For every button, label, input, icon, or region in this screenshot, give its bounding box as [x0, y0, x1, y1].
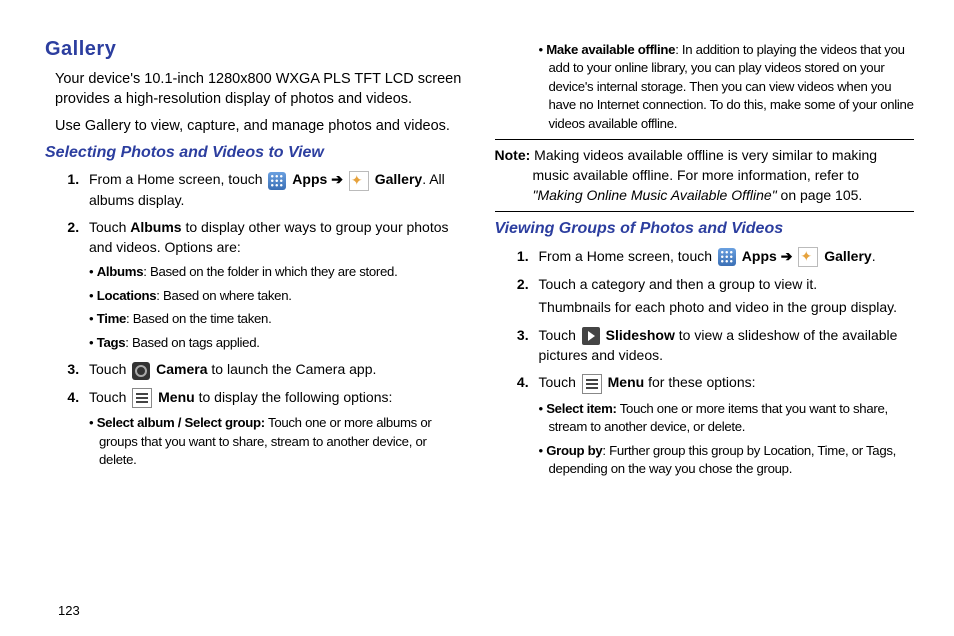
- right-column: Make available offline: In addition to p…: [495, 35, 915, 616]
- option-time: Time: Based on the time taken.: [89, 310, 465, 328]
- apps-label: Apps: [292, 171, 327, 187]
- step-2: Touch Albums to display other ways to gr…: [83, 218, 465, 352]
- left-column: Gallery Your device's 10.1-inch 1280x800…: [45, 35, 465, 616]
- step-1: From a Home screen, touch Apps ➔ Gallery…: [533, 247, 915, 267]
- arrow-icon: ➔: [781, 248, 797, 264]
- step-text: for these options:: [644, 374, 755, 390]
- option-select-album: Select album / Select group: Touch one o…: [89, 414, 465, 469]
- menu-icon: [582, 374, 602, 394]
- menu-label: Menu: [608, 374, 645, 390]
- step-text: to launch the Camera app.: [208, 361, 377, 377]
- viewing-steps: From a Home screen, touch Apps ➔ Gallery…: [495, 247, 915, 479]
- step-text: From a Home screen, touch: [539, 248, 716, 264]
- step-text: to display the following options:: [195, 389, 393, 405]
- step-text: Touch: [539, 327, 580, 343]
- option-tags: Tags: Based on tags applied.: [89, 334, 465, 352]
- gallery-label: Gallery: [375, 171, 422, 187]
- apps-icon: [268, 172, 286, 190]
- slideshow-label: Slideshow: [606, 327, 675, 343]
- note-label: Note:: [495, 147, 531, 163]
- section-title: Gallery: [45, 35, 465, 63]
- option-albums: Albums: Based on the folder in which the…: [89, 263, 465, 281]
- camera-icon: [132, 362, 150, 380]
- step-1: From a Home screen, touch Apps ➔ Gallery…: [83, 170, 465, 210]
- gallery-icon: [798, 247, 818, 267]
- note-text: Making videos available offline is very …: [530, 147, 877, 183]
- selecting-steps: From a Home screen, touch Apps ➔ Gallery…: [45, 170, 465, 469]
- menu-options-continued: Make available offline: In addition to p…: [495, 41, 915, 133]
- note-block: Note: Making videos available offline is…: [495, 146, 915, 205]
- menu-options: Select item: Touch one or more items tha…: [539, 400, 915, 479]
- step-text: Touch: [89, 219, 130, 235]
- subsection-viewing: Viewing Groups of Photos and Videos: [495, 218, 915, 240]
- menu-label: Menu: [158, 389, 195, 405]
- camera-label: Camera: [156, 361, 207, 377]
- step-2: Touch a category and then a group to vie…: [533, 275, 915, 318]
- step-4: Touch Menu for these options: Select ite…: [533, 373, 915, 478]
- arrow-icon: ➔: [331, 171, 347, 187]
- gallery-label: Gallery: [824, 248, 871, 264]
- step-3: Touch Slideshow to view a slideshow of t…: [533, 326, 915, 365]
- option-offline: Make available offline: In addition to p…: [539, 41, 915, 133]
- apps-icon: [718, 248, 736, 266]
- step-text: Thumbnails for each photo and video in t…: [539, 298, 915, 318]
- divider: [495, 211, 915, 212]
- step-text: From a Home screen, touch: [89, 171, 266, 187]
- step-3: Touch Camera to launch the Camera app.: [83, 360, 465, 380]
- note-reference: "Making Online Music Available Offline": [533, 187, 777, 203]
- intro-text-2: Use Gallery to view, capture, and manage…: [55, 116, 465, 136]
- subsection-selecting: Selecting Photos and Videos to View: [45, 142, 465, 164]
- menu-icon: [132, 388, 152, 408]
- options-list: Albums: Based on the folder in which the…: [89, 263, 465, 352]
- albums-label: Albums: [130, 219, 181, 235]
- step-text: Touch a category and then a group to vie…: [539, 275, 915, 295]
- step-text: Touch: [89, 389, 130, 405]
- step-4: Touch Menu to display the following opti…: [83, 388, 465, 470]
- page-number: 123: [58, 603, 80, 618]
- intro-text-1: Your device's 10.1-inch 1280x800 WXGA PL…: [55, 69, 465, 110]
- divider: [495, 139, 915, 140]
- step-text: Touch: [89, 361, 130, 377]
- note-page: on page 105.: [777, 187, 863, 203]
- apps-label: Apps: [742, 248, 777, 264]
- document-page: Gallery Your device's 10.1-inch 1280x800…: [0, 0, 954, 636]
- gallery-icon: [349, 171, 369, 191]
- slideshow-icon: [582, 327, 600, 345]
- option-select-item: Select item: Touch one or more items tha…: [539, 400, 915, 437]
- menu-options: Select album / Select group: Touch one o…: [89, 414, 465, 469]
- option-group-by: Group by: Further group this group by Lo…: [539, 442, 915, 479]
- step-text: Touch: [539, 374, 580, 390]
- option-locations: Locations: Based on where taken.: [89, 287, 465, 305]
